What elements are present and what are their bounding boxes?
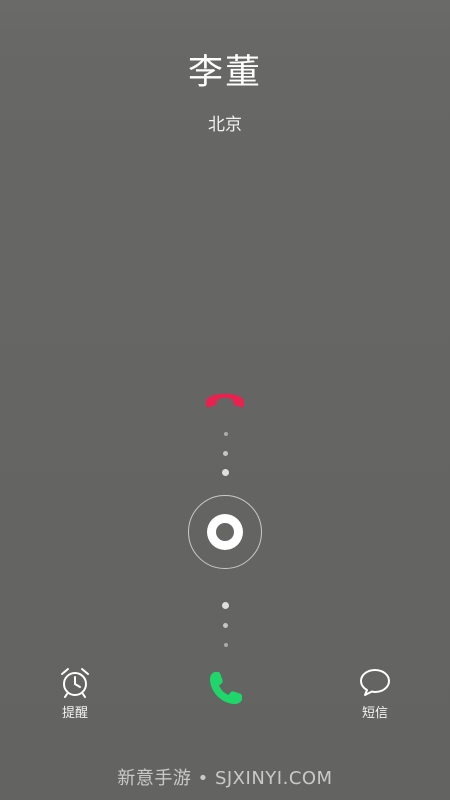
swipe-hint-dot: [224, 643, 228, 647]
swipe-hint-dot: [223, 623, 228, 628]
swipe-hint-dot: [222, 602, 229, 609]
remind-button[interactable]: 提醒: [45, 666, 105, 721]
alarm-clock-icon: [61, 668, 89, 698]
answer-slider-handle[interactable]: [207, 514, 243, 550]
remind-label: 提醒: [61, 706, 88, 721]
phone-icon[interactable]: [206, 668, 246, 708]
swipe-hint-dot: [222, 469, 229, 476]
swipe-hint-dot: [224, 432, 228, 436]
incoming-call-screen: 李董 北京 提醒 短信 新意手游 • SJXINYI.COM: [0, 0, 450, 800]
swipe-hint-dot: [223, 451, 228, 456]
chat-bubble-icon: [360, 669, 390, 696]
sms-button[interactable]: 短信: [345, 666, 405, 721]
hang-up-icon[interactable]: [202, 385, 248, 415]
caller-name: 李董: [187, 53, 262, 93]
caller-location: 北京: [208, 115, 242, 135]
watermark: 新意手游 • SJXINYI.COM: [117, 768, 333, 789]
slider-handle-center: [216, 523, 234, 541]
sms-label: 短信: [361, 706, 388, 721]
